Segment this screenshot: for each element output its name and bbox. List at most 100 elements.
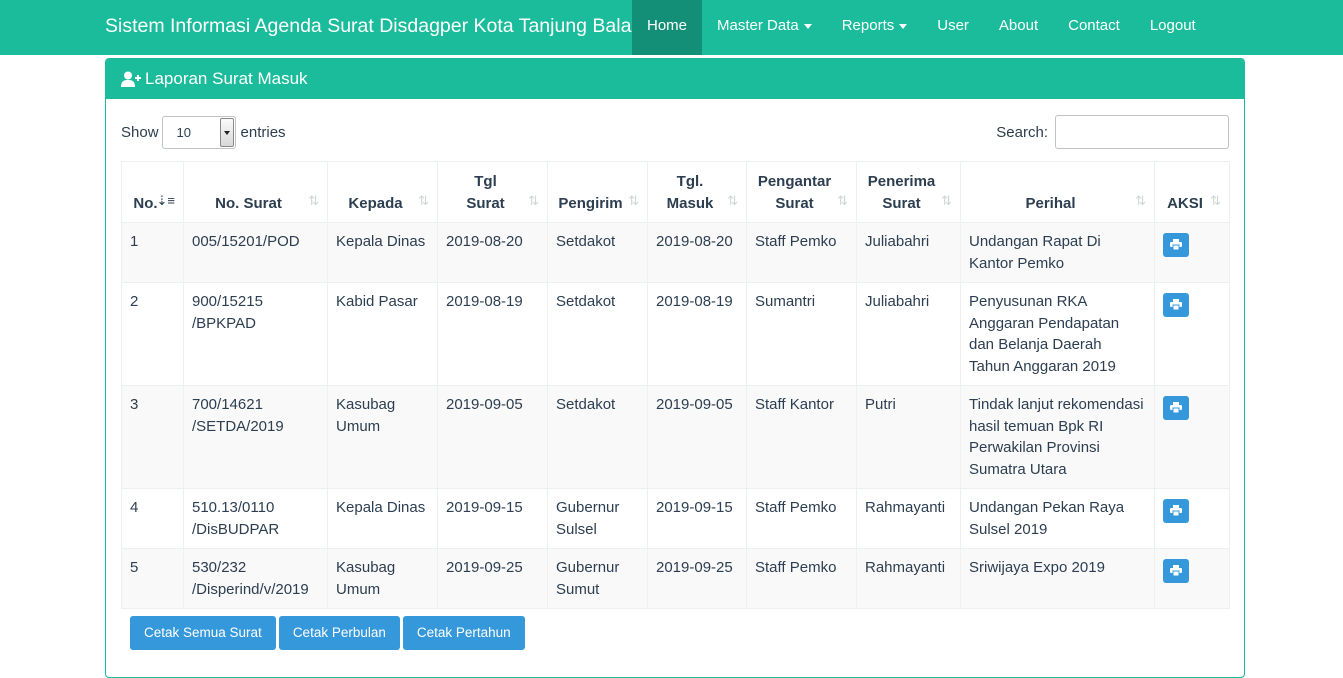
sort-icon[interactable]: ⇅: [528, 190, 539, 212]
letters-table: No. ⇣≡ No. Surat ⇅ Kepada ⇅ Tgl Surat ⇅ Pengirim ⇅…: [121, 161, 1230, 609]
sort-icon[interactable]: ⇅: [1135, 190, 1146, 212]
entries-label: entries: [240, 123, 286, 141]
cell-pengantar: Staff Pemko: [746, 222, 857, 283]
table-row: 3 700/14621 /SETDA/2019 Kasubag Umum 2019-0…: [121, 385, 1230, 489]
print-all-button[interactable]: Cetak Semua Surat: [130, 616, 276, 650]
nav-item-user[interactable]: User: [922, 0, 984, 55]
cell-no: 2: [121, 282, 184, 386]
panel-title: Laporan Surat Masuk: [145, 69, 308, 88]
cell-pengantar: Sumantri: [746, 282, 857, 386]
cell-tgl-surat: 2019-09-15: [437, 488, 548, 549]
cell-pengirim: Gubernur Sulsel: [547, 488, 648, 549]
print-icon: [1170, 239, 1182, 250]
print-button[interactable]: [1163, 233, 1189, 257]
cell-tgl-masuk: 2019-08-19: [647, 282, 747, 386]
cell-actions: [1154, 282, 1230, 386]
column-header-label: Penerima: [867, 173, 936, 190]
nav-item-label: Logout: [1149, 17, 1196, 34]
column-header[interactable]: Tgl Surat ⇅: [437, 161, 548, 223]
column-header-label: Kepada: [348, 194, 403, 212]
column-header-label: Surat: [466, 194, 505, 212]
chevron-down-icon[interactable]: [219, 117, 234, 147]
search-label: Search:: [996, 123, 1048, 141]
report-panel: Laporan Surat Masuk Show 10 entries Sear…: [105, 58, 1245, 678]
print-yearly-button[interactable]: Cetak Pertahun: [402, 616, 525, 650]
sort-icon[interactable]: ⇅: [941, 190, 952, 212]
column-header[interactable]: Tgl. Masuk ⇅: [647, 161, 747, 223]
cell-kepada: Kepala Dinas: [327, 488, 438, 549]
cell-no-surat: 700/14621 /SETDA/2019: [183, 385, 328, 489]
column-header[interactable]: Pengantar Surat ⇅: [746, 161, 857, 223]
nav-item-reports[interactable]: Reports: [827, 0, 923, 55]
column-header-label: No. Surat: [215, 194, 282, 212]
nav-item-about[interactable]: About: [984, 0, 1053, 55]
cell-tgl-masuk: 2019-09-25: [647, 548, 747, 609]
column-header[interactable]: No. Surat ⇅: [183, 161, 328, 223]
column-header-label: Tgl.: [676, 173, 704, 190]
cell-penerima: Putri: [856, 385, 961, 489]
column-header[interactable]: Kepada ⇅: [327, 161, 438, 223]
cell-actions: [1154, 488, 1230, 549]
cell-no-surat: 510.13/0110 /DisBUDPAR: [183, 488, 328, 549]
cell-pengirim: Setdakot: [547, 222, 648, 283]
column-header[interactable]: AKSI ⇅: [1154, 161, 1230, 223]
column-header[interactable]: Pengirim ⇅: [547, 161, 648, 223]
sort-icon[interactable]: ⇅: [308, 190, 319, 212]
entries-select[interactable]: 10: [161, 115, 236, 149]
sort-icon[interactable]: ⇅: [1210, 190, 1221, 212]
cell-tgl-surat: 2019-08-20: [437, 222, 548, 283]
user-plus-icon: [121, 71, 141, 87]
column-header[interactable]: Perihal ⇅: [960, 161, 1155, 223]
search-input[interactable]: [1055, 115, 1229, 149]
table-header: No. ⇣≡ No. Surat ⇅ Kepada ⇅ Tgl Surat ⇅ Pengirim ⇅…: [121, 161, 1230, 223]
table-row: 1 005/15201/POD Kepala Dinas 2019-08-20 Setd…: [121, 222, 1230, 283]
sort-ascending-icon[interactable]: ⇣≡: [157, 190, 175, 212]
cell-penerima: Rahmayanti: [856, 548, 961, 609]
print-button[interactable]: [1163, 559, 1189, 583]
cell-actions: [1154, 548, 1230, 609]
app-brand[interactable]: Sistem Informasi Agenda Surat Disdagper …: [105, 0, 636, 55]
print-button[interactable]: [1163, 396, 1189, 420]
cell-perihal: Sriwijaya Expo 2019: [960, 548, 1155, 609]
column-header-label: Masuk: [666, 194, 714, 212]
column-header[interactable]: Penerima Surat ⇅: [856, 161, 961, 223]
print-icon: [1170, 402, 1182, 413]
nav-item-home[interactable]: Home: [632, 0, 703, 55]
table-controls: Show 10 entries Search:: [121, 115, 1229, 149]
column-header[interactable]: No. ⇣≡: [121, 161, 184, 223]
print-button[interactable]: [1163, 293, 1189, 317]
cell-no-surat: 900/15215 /BPKPAD: [183, 282, 328, 386]
cell-no: 1: [121, 222, 184, 283]
table-row: 5 530/232 /Disperind/v/2019 Kasubag Umum 20…: [121, 548, 1230, 609]
cell-tgl-surat: 2019-09-05: [437, 385, 548, 489]
cell-kepada: Kabid Pasar: [327, 282, 438, 386]
column-header-label: Pengirim: [558, 194, 623, 212]
nav-menu: Home Master Data Reports User About Contact Lo…: [632, 0, 1211, 55]
nav-item-label: User: [937, 17, 969, 34]
print-icon: [1170, 565, 1182, 576]
sort-icon[interactable]: ⇅: [628, 190, 639, 212]
print-monthly-button[interactable]: Cetak Perbulan: [278, 616, 400, 650]
sort-icon[interactable]: ⇅: [837, 190, 848, 212]
sort-icon[interactable]: ⇅: [418, 190, 429, 212]
nav-item-master-data[interactable]: Master Data: [702, 0, 827, 55]
cell-perihal: Undangan Pekan Raya Sulsel 2019: [960, 488, 1155, 549]
cell-kepada: Kasubag Umum: [327, 385, 438, 489]
sort-icon[interactable]: ⇅: [727, 190, 738, 212]
column-header-label: Perihal: [1025, 194, 1076, 212]
cell-pengantar: Staff Kantor: [746, 385, 857, 489]
print-button[interactable]: [1163, 499, 1189, 523]
entries-select-value: 10: [176, 124, 191, 140]
caret-down-icon: [899, 23, 908, 29]
cell-tgl-surat: 2019-09-25: [437, 548, 548, 609]
cell-pengirim: Setdakot: [547, 385, 648, 489]
cell-tgl-masuk: 2019-09-15: [647, 488, 747, 549]
nav-item-contact[interactable]: Contact: [1053, 0, 1135, 55]
cell-tgl-masuk: 2019-08-20: [647, 222, 747, 283]
column-header-label: AKSI: [1167, 194, 1203, 212]
nav-item-label: About: [998, 17, 1039, 34]
nav-item-logout[interactable]: Logout: [1135, 0, 1211, 55]
print-buttons: Cetak Semua Surat Cetak Perbulan Cetak P…: [130, 616, 525, 650]
cell-penerima: Juliabahri: [856, 222, 961, 283]
cell-pengirim: Gubernur Sumut: [547, 548, 648, 609]
